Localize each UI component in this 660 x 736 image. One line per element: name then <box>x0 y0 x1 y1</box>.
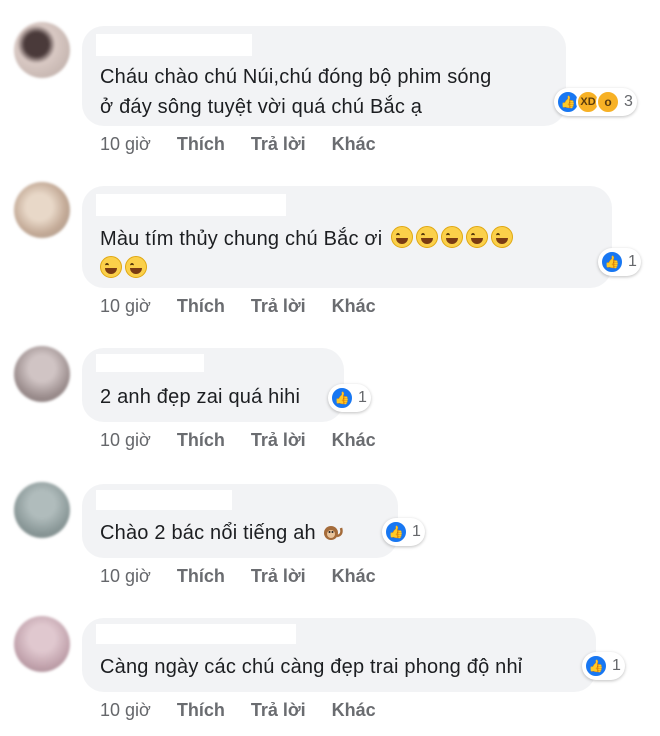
laughing-tears-emoji-icon <box>466 226 489 248</box>
comment-text-line: ở đáy sông tuyệt vời quá chú Bắc ạ <box>100 96 423 118</box>
reply-link[interactable]: Trả lời <box>251 134 306 155</box>
comment-actions: 10 giờ Thích Trả lời Khác <box>100 134 402 155</box>
comment-time[interactable]: 10 giờ <box>100 566 151 587</box>
like-reaction-icon: 👍 <box>330 386 354 410</box>
reaction-count: 1 <box>628 253 637 270</box>
comment-text-line: Màu tím thủy chung chú Bắc ơi <box>100 228 383 250</box>
comment-text: Cháu chào chú Núi,chú đóng bộ phim sóng … <box>100 62 491 122</box>
like-reaction-icon: 👍 <box>384 520 408 544</box>
comment-actions: 10 giờ Thích Trả lời Khác <box>100 566 402 587</box>
like-reaction-icon: 👍 <box>600 250 624 274</box>
comment-bubble: 2 anh đẹp zai quá hihi <box>82 348 344 422</box>
reply-link[interactable]: Trả lời <box>251 700 306 721</box>
comment-text: Càng ngày các chú càng đẹp trai phong độ… <box>100 652 522 682</box>
more-link[interactable]: Khác <box>332 134 376 155</box>
laughing-tears-emoji-icon <box>100 256 122 278</box>
monkey-sticker-icon <box>323 526 343 540</box>
like-reaction-icon: 👍 <box>584 654 608 678</box>
laughing-tears-emoji-icon <box>416 226 439 248</box>
comment-text-line: 2 anh đẹp zai quá hihi <box>100 386 301 408</box>
more-link[interactable]: Khác <box>332 430 376 451</box>
comment-text-line: Càng ngày các chú càng đẹp trai phong độ… <box>100 656 523 678</box>
reaction-summary[interactable]: 👍 1 <box>382 518 425 546</box>
comment-text-line: Chào 2 bác nổi tiếng ah <box>100 522 316 544</box>
comment-time[interactable]: 10 giờ <box>100 134 151 155</box>
laughing-tears-emoji-icon <box>441 226 464 248</box>
avatar[interactable] <box>14 22 70 78</box>
comment-bubble: Càng ngày các chú càng đẹp trai phong độ… <box>82 618 596 692</box>
comment-text: 2 anh đẹp zai quá hihi <box>100 382 300 412</box>
like-link[interactable]: Thích <box>177 296 225 317</box>
comment-bubble: Chào 2 bác nổi tiếng ah <box>82 484 398 558</box>
reaction-count: 3 <box>624 93 633 110</box>
comment-actions: 10 giờ Thích Trả lời Khác <box>100 430 402 451</box>
reaction-count: 1 <box>358 389 367 406</box>
comment-actions: 10 giờ Thích Trả lời Khác <box>100 296 402 317</box>
like-link[interactable]: Thích <box>177 700 225 721</box>
avatar[interactable] <box>14 482 70 538</box>
wow-reaction-icon: o <box>596 90 620 114</box>
comment-bubble: Cháu chào chú Núi,chú đóng bộ phim sóng … <box>82 26 566 126</box>
comment-actions: 10 giờ Thích Trả lời Khác <box>100 700 402 721</box>
reply-link[interactable]: Trả lời <box>251 296 306 317</box>
comment-text-line: Cháu chào chú Núi,chú đóng bộ phim sóng <box>100 66 492 88</box>
comment-time[interactable]: 10 giờ <box>100 296 151 317</box>
comment-time[interactable]: 10 giờ <box>100 430 151 451</box>
like-link[interactable]: Thích <box>177 134 225 155</box>
more-link[interactable]: Khác <box>332 296 376 317</box>
commenter-name-redacted[interactable] <box>96 624 296 644</box>
reaction-summary[interactable]: 👍 1 <box>598 248 641 276</box>
reaction-summary[interactable]: 👍 1 <box>582 652 625 680</box>
more-link[interactable]: Khác <box>332 566 376 587</box>
commenter-name-redacted[interactable] <box>96 490 232 510</box>
reaction-summary[interactable]: 👍 XD o 3 <box>554 88 637 116</box>
laughing-tears-emoji-icon <box>125 256 147 278</box>
avatar[interactable] <box>14 182 70 238</box>
reaction-summary[interactable]: 👍 1 <box>328 384 371 412</box>
comment-text: Màu tím thủy chung chú Bắc ơi <box>100 224 514 284</box>
like-link[interactable]: Thích <box>177 566 225 587</box>
reaction-count: 1 <box>612 657 621 674</box>
comment-bubble: Màu tím thủy chung chú Bắc ơi <box>82 186 612 288</box>
reply-link[interactable]: Trả lời <box>251 430 306 451</box>
commenter-name-redacted[interactable] <box>96 354 204 372</box>
comment-text: Chào 2 bác nổi tiếng ah <box>100 518 344 548</box>
more-link[interactable]: Khác <box>332 700 376 721</box>
reply-link[interactable]: Trả lời <box>251 566 306 587</box>
laughing-tears-emoji-icon <box>391 226 414 248</box>
reaction-count: 1 <box>412 523 421 540</box>
commenter-name-redacted[interactable] <box>96 34 252 56</box>
avatar[interactable] <box>14 346 70 402</box>
laughing-tears-emoji-icon <box>491 226 514 248</box>
like-link[interactable]: Thích <box>177 430 225 451</box>
avatar[interactable] <box>14 616 70 672</box>
commenter-name-redacted[interactable] <box>96 194 286 216</box>
comment-time[interactable]: 10 giờ <box>100 700 151 721</box>
